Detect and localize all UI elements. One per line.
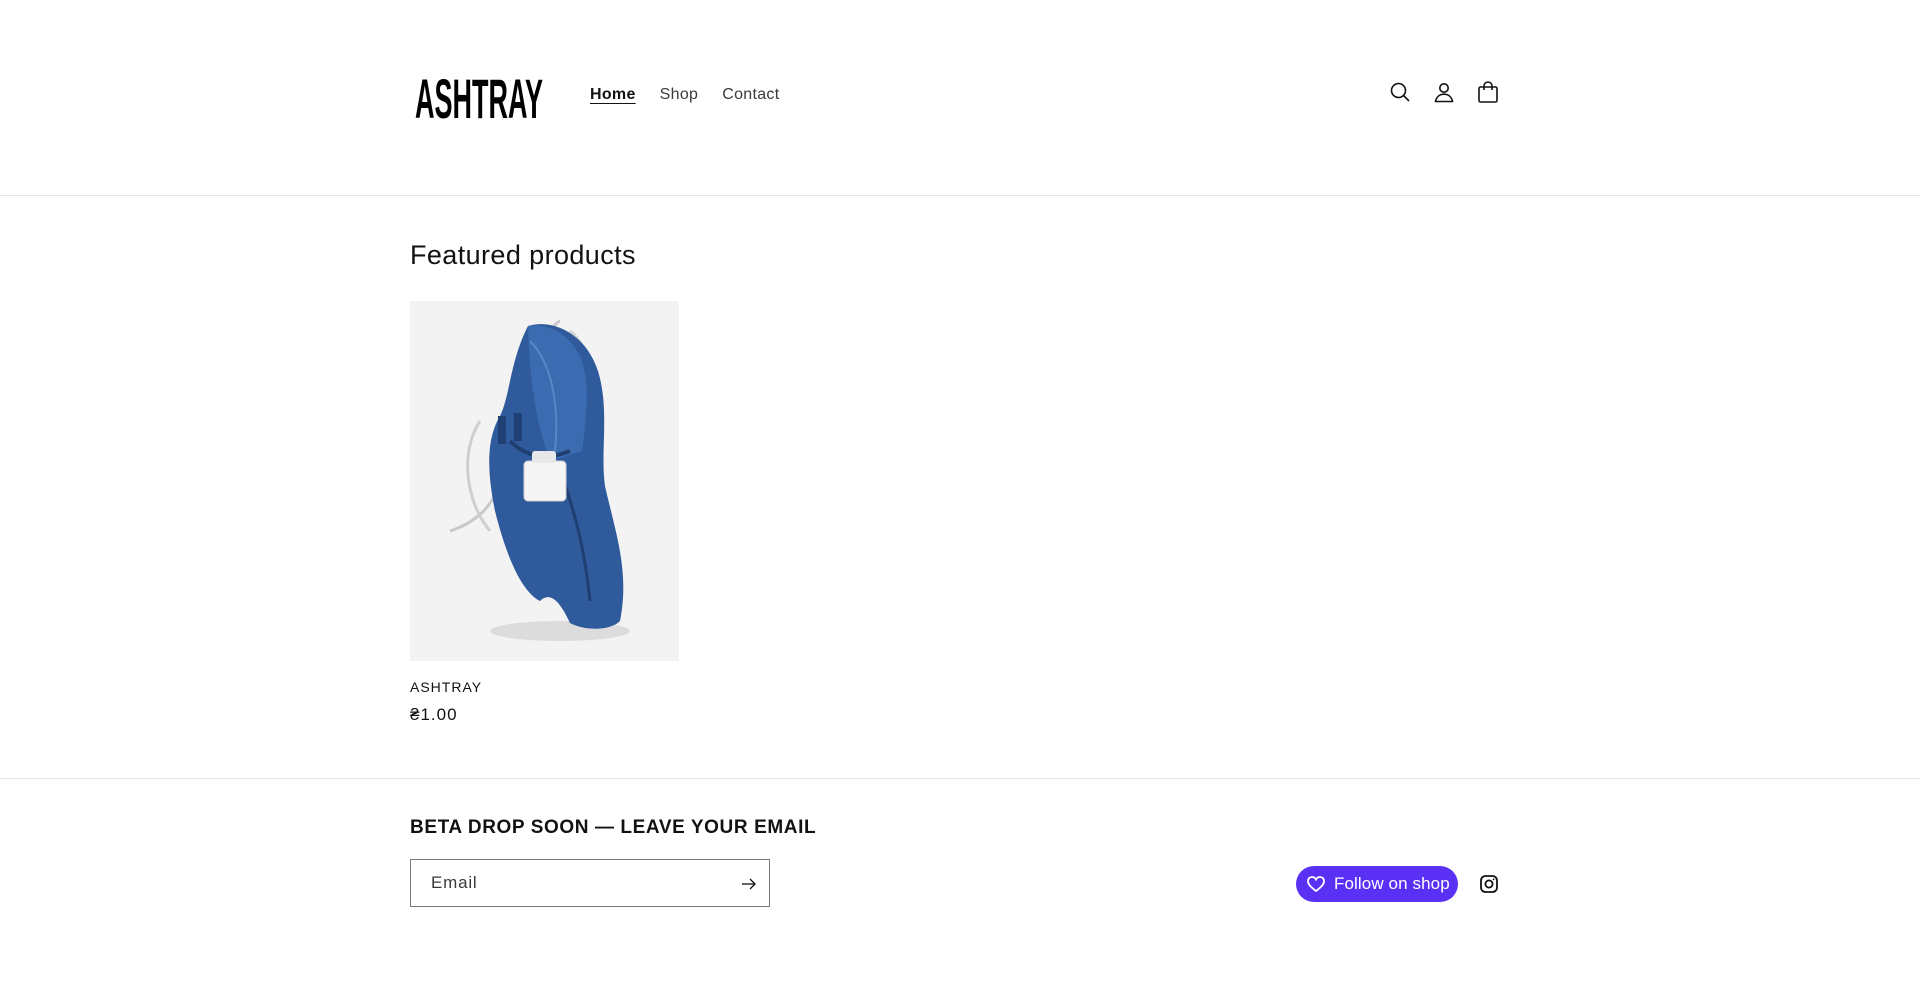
site-header: ASHTRAY Home Shop Contact (0, 0, 1920, 196)
nav-home[interactable]: Home (590, 86, 636, 104)
cart-icon[interactable] (1476, 80, 1500, 104)
arrow-right-icon[interactable] (739, 874, 759, 894)
header-icons (1388, 80, 1500, 104)
product-image[interactable] (410, 301, 679, 661)
follow-on-shop-button[interactable]: Follow on shop (1296, 866, 1458, 902)
account-icon[interactable] (1432, 80, 1456, 104)
denim-jeans-image (410, 301, 679, 661)
featured-products-title: Featured products (410, 240, 636, 270)
follow-on-shop-label: Follow on shop (1334, 874, 1450, 893)
nav-contact[interactable]: Contact (722, 86, 779, 104)
email-field[interactable] (411, 860, 721, 906)
nav-shop[interactable]: Shop (660, 86, 699, 104)
product-card[interactable]: ASHTRAY ₴1.00 (410, 301, 679, 725)
ashtray-logo[interactable]: ASHTRAY (412, 66, 546, 128)
logo-wordmark: ASHTRAY (415, 69, 543, 128)
product-price: ₴1.00 (410, 705, 458, 724)
search-icon[interactable] (1388, 80, 1412, 104)
newsletter-heading: BETA DROP SOON — LEAVE YOUR EMAIL (410, 817, 817, 838)
main-nav: Home Shop Contact (590, 86, 779, 104)
product-title[interactable]: ASHTRAY (410, 679, 679, 695)
heart-icon (1307, 876, 1325, 893)
newsletter-form (410, 859, 770, 907)
site-footer: BETA DROP SOON — LEAVE YOUR EMAIL Follow… (0, 778, 1920, 993)
instagram-icon[interactable] (1478, 873, 1500, 895)
